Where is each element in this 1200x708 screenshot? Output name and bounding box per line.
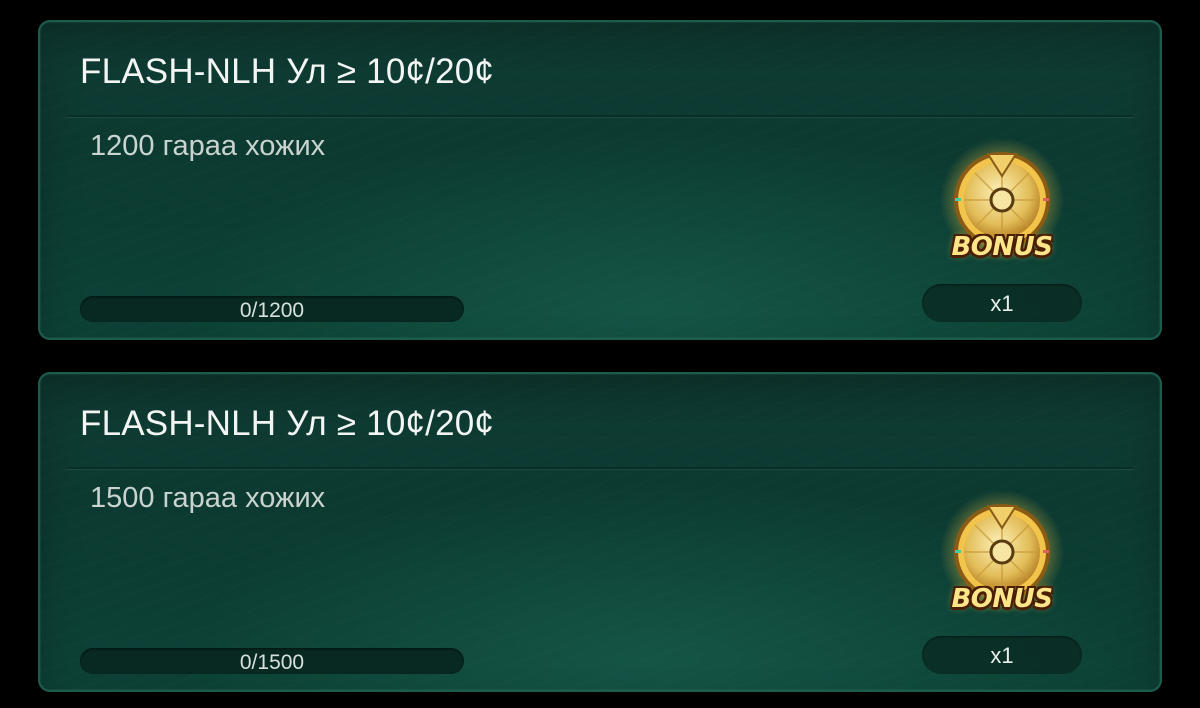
task-title: FLASH-NLH Ул ≥ 10¢/20¢	[80, 52, 495, 91]
task-title: FLASH-NLH Ул ≥ 10¢/20¢	[80, 404, 495, 443]
divider	[66, 115, 1134, 118]
bonus-wheel-icon[interactable]: BONUS	[932, 488, 1072, 628]
task-list: FLASH-NLH Ул ≥ 10¢/20¢ 1200 гараа хожих …	[0, 0, 1200, 708]
reward-count-badge: x1	[922, 284, 1082, 322]
task-card[interactable]: FLASH-NLH Ул ≥ 10¢/20¢ 1200 гараа хожих …	[38, 20, 1162, 340]
reward-count: x1	[990, 291, 1014, 316]
progress-label: 0/1200	[239, 299, 305, 322]
progress-label: 0/1500	[239, 651, 305, 674]
task-description: 1200 гараа хожих	[90, 130, 326, 162]
task-description: 1500 гараа хожих	[90, 482, 326, 514]
task-card[interactable]: FLASH-NLH Ул ≥ 10¢/20¢ 1500 гараа хожих …	[38, 372, 1162, 692]
bonus-label: BONUS	[951, 584, 1053, 614]
bonus-label: BONUS	[951, 232, 1053, 262]
progress-bar: 0/1500	[80, 648, 464, 674]
divider	[66, 467, 1134, 470]
progress-bar: 0/1200	[80, 296, 464, 322]
bonus-wheel-icon[interactable]: BONUS	[932, 136, 1072, 276]
reward-count-badge: x1	[922, 636, 1082, 674]
reward-count: x1	[990, 643, 1014, 668]
